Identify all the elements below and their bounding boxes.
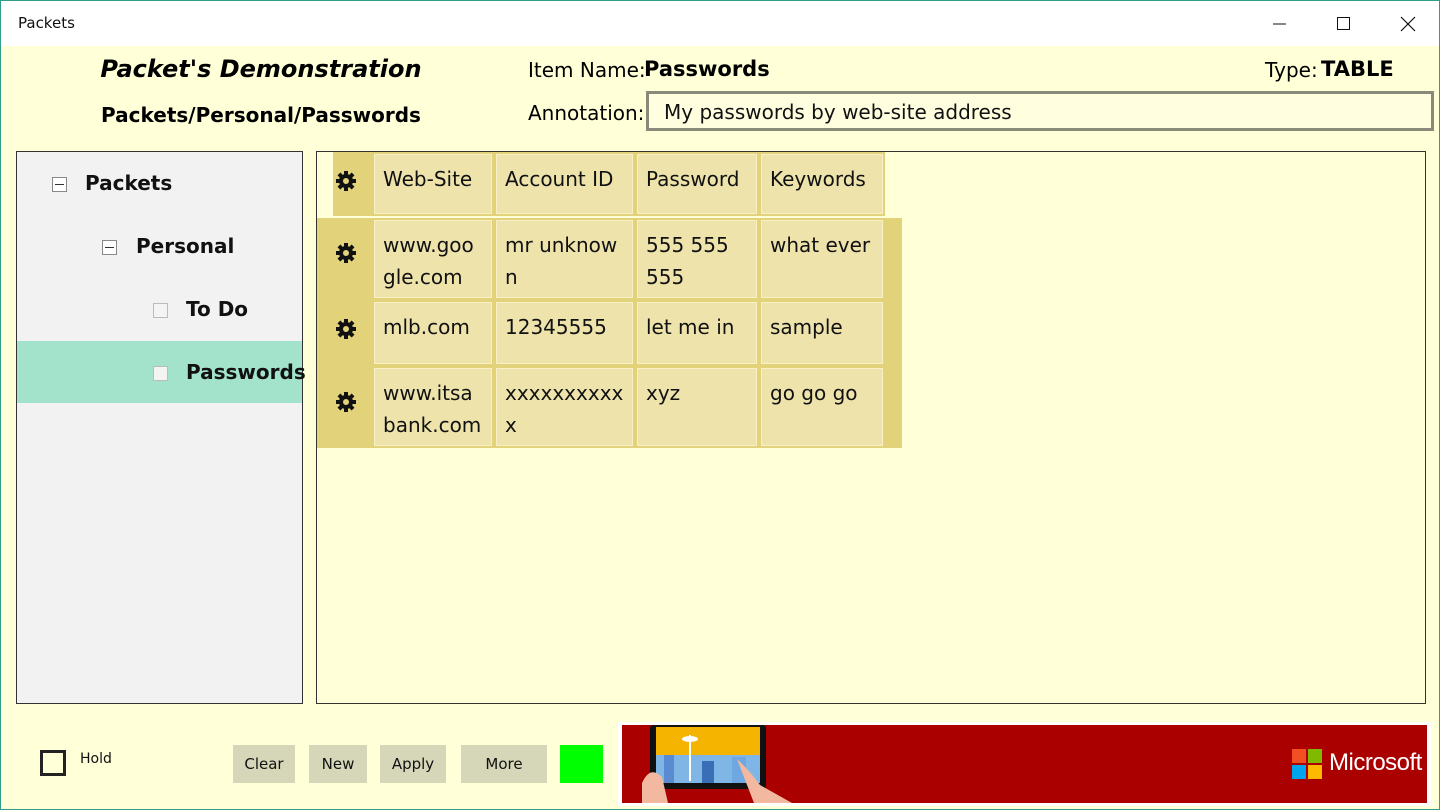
app-heading: Packet's Demonstration	[100, 55, 422, 83]
ad-banner[interactable]: Microsoft	[618, 722, 1431, 806]
ad-background: Microsoft	[622, 725, 1427, 803]
hold-label: Hold	[80, 751, 112, 767]
apply-button[interactable]: Apply	[380, 745, 446, 783]
header-settings-gear-icon[interactable]	[335, 170, 357, 192]
minimize-button[interactable]	[1247, 1, 1311, 46]
maximize-button[interactable]	[1311, 1, 1375, 46]
leaf-icon	[153, 303, 168, 318]
tree-node-packets[interactable]: Packets	[17, 152, 302, 214]
table-cell[interactable]: xyz	[637, 368, 757, 446]
table-cell[interactable]: mr unknown	[496, 220, 633, 298]
table-cell[interactable]: sample	[761, 302, 883, 364]
tree-node-label: To Do	[186, 297, 249, 321]
item-name-value: Passwords	[644, 57, 770, 81]
table-cell[interactable]: 12345555	[496, 302, 633, 364]
app-window: Packets Packet's Demonstration Packets/P…	[0, 0, 1440, 810]
minimize-icon	[1273, 23, 1286, 25]
microsoft-logo-icon	[1292, 749, 1322, 779]
type-label: Type:	[1265, 58, 1318, 82]
clear-button[interactable]: Clear	[233, 745, 295, 783]
table-cell[interactable]: let me in	[637, 302, 757, 364]
table-cell[interactable]: mlb.com	[374, 302, 492, 364]
close-icon	[1400, 16, 1416, 32]
column-header[interactable]: Keywords	[761, 154, 883, 214]
status-indicator	[560, 745, 603, 783]
tree-node-passwords[interactable]: Passwords	[17, 341, 306, 403]
collapse-icon[interactable]	[52, 177, 67, 192]
column-header[interactable]: Web-Site	[374, 154, 492, 214]
table-editor: Web-Site Account ID Password Keywords ww…	[316, 151, 1426, 704]
annotation-field[interactable]: My passwords by web-site address	[646, 91, 1434, 131]
table-cell[interactable]: www.google.com	[374, 220, 492, 298]
tree-node-label: Passwords	[186, 360, 306, 384]
column-header[interactable]: Password	[637, 154, 757, 214]
hold-checkbox[interactable]	[40, 750, 66, 776]
column-header[interactable]: Account ID	[496, 154, 633, 214]
breadcrumb-path: Packets/Personal/Passwords	[101, 103, 421, 127]
item-name-label: Item Name:	[528, 58, 646, 82]
collapse-icon[interactable]	[102, 240, 117, 255]
table-cell[interactable]: what ever	[761, 220, 883, 298]
tree-node-label: Personal	[136, 234, 235, 258]
window-title: Packets	[18, 14, 75, 32]
tree-node-label: Packets	[85, 171, 173, 195]
row-settings-gear-icon[interactable]	[335, 242, 357, 264]
leaf-icon	[153, 366, 168, 381]
table-cell[interactable]: 555 555 555	[637, 220, 757, 298]
close-button[interactable]	[1375, 1, 1439, 46]
table-cell[interactable]: www.itsabank.com	[374, 368, 492, 446]
type-value: TABLE	[1321, 57, 1394, 81]
title-bar: Packets	[1, 1, 1439, 46]
maximize-icon	[1337, 17, 1350, 30]
tree-node-personal[interactable]: Personal	[17, 215, 302, 277]
row-settings-gear-icon[interactable]	[335, 318, 357, 340]
annotation-label: Annotation:	[528, 101, 645, 125]
packet-tree[interactable]: Packets Personal To Do Passwords	[16, 151, 306, 704]
row-settings-gear-icon[interactable]	[335, 391, 357, 413]
new-button[interactable]: New	[309, 745, 367, 783]
ad-brand-text: Microsoft	[1329, 749, 1422, 776]
tree-node-to-do[interactable]: To Do	[17, 278, 302, 340]
tablet-illustration-icon	[642, 725, 792, 803]
table-cell[interactable]: xxxxxxxxxxx	[496, 368, 633, 446]
more-button[interactable]: More	[461, 745, 547, 783]
table-cell[interactable]: go go go	[761, 368, 883, 446]
